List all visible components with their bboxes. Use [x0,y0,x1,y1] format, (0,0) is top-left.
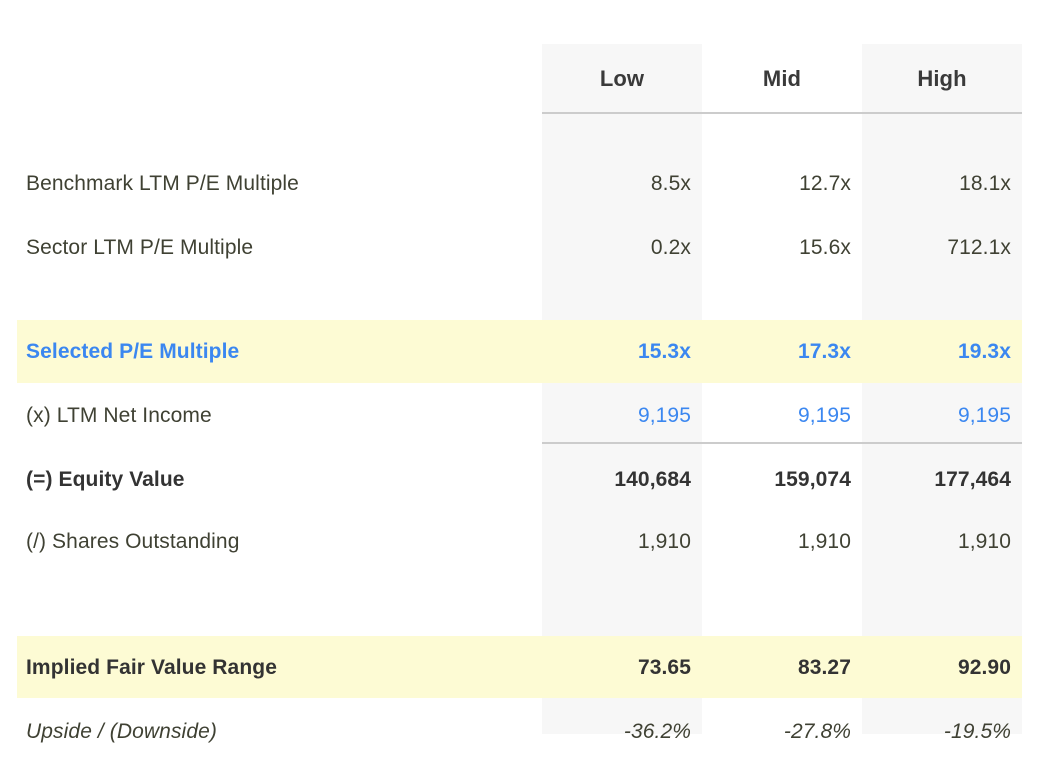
cell-high[interactable]: 19.3x [862,340,1022,364]
table-row-ltm-net-income: (x) LTM Net Income 9,195 9,195 9,195 [0,392,1046,440]
cell-high: 1,910 [957,530,1011,553]
row-label: Benchmark LTM P/E Multiple [26,172,299,195]
equity-value-divider-line [542,442,1022,444]
row-label: (/) Shares Outstanding [26,530,240,553]
table-row-upside-downside: Upside / (Downside) -36.2% -27.8% -19.5% [0,708,1046,756]
cell-low: -36.2% [623,720,691,743]
row-label: Upside / (Downside) [26,720,217,743]
cell-high: 92.90 [957,656,1011,679]
cell-low: 1,910 [637,530,691,553]
row-label: Implied Fair Value Range [26,656,277,679]
column-stripe-high [862,44,1022,734]
table-row-benchmark-multiple: Benchmark LTM P/E Multiple 8.5x 12.7x 18… [0,160,1046,208]
cell-mid: 1,910 [797,530,851,553]
column-header-low[interactable]: Low [542,66,702,92]
row-label: (x) LTM Net Income [26,404,212,427]
table-row-equity-value: (=) Equity Value 140,684 159,074 177,464 [0,456,1046,504]
cell-low: 0.2x [650,236,691,259]
header-divider-line [542,112,1022,114]
cell-low: 8.5x [650,172,691,195]
table-header-row: Low Mid High [0,44,1046,113]
cell-low[interactable]: 15.3x [542,340,702,364]
table-row-sector-multiple: Sector LTM P/E Multiple 0.2x 15.6x 712.1… [0,224,1046,272]
row-label: (=) Equity Value [26,468,185,491]
cell-mid: -27.8% [783,720,851,743]
cell-mid: 15.6x [799,236,851,259]
valuation-table: Low Mid High Benchmark LTM P/E Multiple … [0,0,1046,778]
cell-high[interactable]: 9,195 [862,404,1022,428]
cell-mid: 159,074 [774,468,851,491]
row-label: Sector LTM P/E Multiple [26,236,254,259]
cell-high: 177,464 [934,468,1011,491]
cell-mid[interactable]: 17.3x [702,340,862,364]
column-header-mid[interactable]: Mid [702,66,862,92]
cell-low: 140,684 [614,468,691,491]
cell-low[interactable]: 9,195 [542,404,702,428]
cell-high: 712.1x [947,236,1011,259]
cell-low: 73.65 [637,656,691,679]
column-stripe-low [542,44,702,734]
cell-mid: 12.7x [799,172,851,195]
cell-mid: 83.27 [797,656,851,679]
table-row-selected-multiple[interactable]: Selected P/E Multiple 15.3x 17.3x 19.3x [0,328,1046,376]
cell-high: -19.5% [943,720,1011,743]
table-row-shares-outstanding: (/) Shares Outstanding 1,910 1,910 1,910 [0,518,1046,566]
column-header-high[interactable]: High [862,66,1022,92]
cell-mid[interactable]: 9,195 [702,404,862,428]
row-label: Selected P/E Multiple [26,340,240,363]
cell-high: 18.1x [959,172,1011,195]
table-row-implied-fair-value-range: Implied Fair Value Range 73.65 83.27 92.… [0,644,1046,692]
